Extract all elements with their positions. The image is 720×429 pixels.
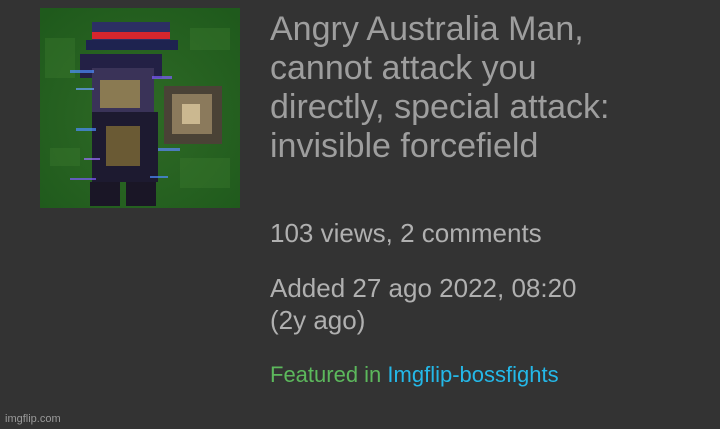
- post-title[interactable]: Angry Australia Man, cannot attack you d…: [270, 10, 710, 166]
- post-info: Angry Australia Man, cannot attack you d…: [270, 10, 710, 166]
- site-watermark: imgflip.com: [5, 413, 61, 425]
- post-title-line: Angry Australia Man,: [270, 10, 584, 48]
- thumbnail-image: [40, 8, 240, 208]
- added-timestamp: Added 27 ago 2022, 08:20: [270, 273, 577, 303]
- featured-in: Featured in Imgflip-bossfights: [270, 361, 559, 389]
- post-stats: 103 views, 2 comments: [270, 218, 542, 248]
- post-added-date: Added 27 ago 2022, 08:20 (2y ago): [270, 272, 690, 336]
- post-title-line: cannot attack you: [270, 49, 537, 87]
- post-title-line: invisible forcefield: [270, 127, 539, 165]
- post-title-line: directly, special attack:: [270, 88, 610, 126]
- featured-label: Featured in: [270, 362, 382, 387]
- featured-stream-link[interactable]: Imgflip-bossfights: [387, 362, 558, 387]
- added-relative-time: (2y ago): [270, 305, 366, 335]
- meme-thumbnail[interactable]: [40, 8, 240, 208]
